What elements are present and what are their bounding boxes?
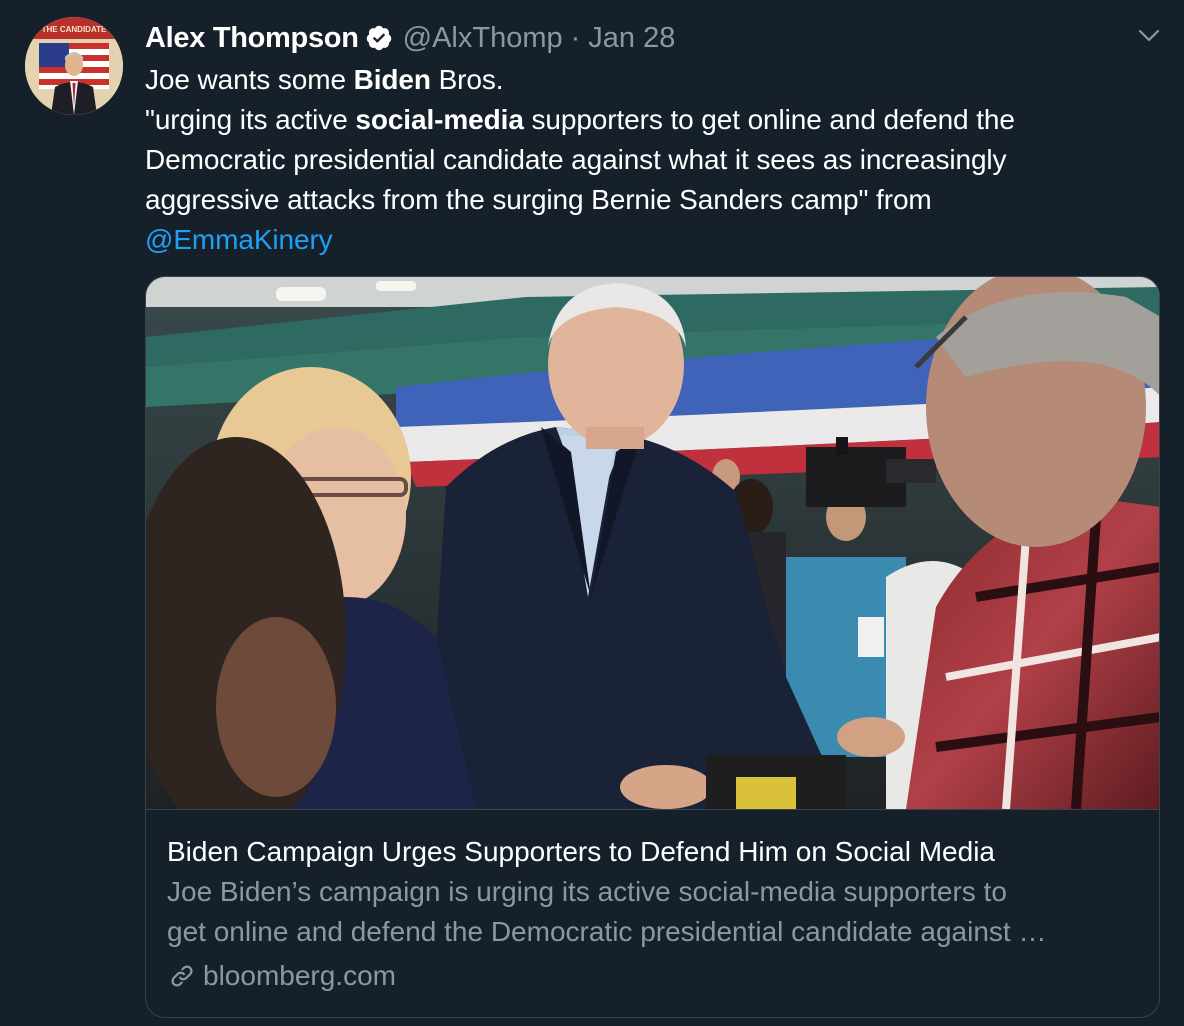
card-domain[interactable]: bloomberg.com xyxy=(167,956,396,996)
bold-text: Biden xyxy=(353,64,431,95)
tweet-header: Alex Thompson @AlxThomp · Jan 28 xyxy=(145,18,675,58)
card-description: Joe Biden’s campaign is urging its activ… xyxy=(167,872,1147,952)
separator-dot: · xyxy=(570,21,581,54)
tweet-text: Joe wants some Biden Bros. "urging its a… xyxy=(145,60,1155,260)
chevron-down-icon[interactable] xyxy=(1137,26,1161,46)
tweet-text-line: aggressive attacks from the surging Bern… xyxy=(145,184,932,215)
tweet-text-line: Joe wants some Biden Bros. xyxy=(145,60,1155,100)
card-description-line: get online and defend the Democratic pre… xyxy=(167,916,1047,947)
link-card[interactable]: Biden Campaign Urges Supporters to Defen… xyxy=(145,276,1160,1018)
tweet-text-line: "urging its active social-media supporte… xyxy=(145,100,1155,140)
avatar[interactable]: THE CANDIDATE xyxy=(25,17,123,115)
display-name[interactable]: Alex Thompson xyxy=(145,22,359,55)
tweet-date[interactable]: Jan 28 xyxy=(588,22,675,55)
card-domain-text[interactable]: bloomberg.com xyxy=(203,956,396,996)
mention-link[interactable]: @EmmaKinery xyxy=(145,224,333,255)
tweet[interactable]: THE CANDIDATE Alex Thompson @AlxThomp · xyxy=(0,0,1184,1026)
tweet-text-line: Democratic presidential candidate agains… xyxy=(145,144,1007,175)
bold-text: social-media xyxy=(355,104,524,135)
card-image[interactable] xyxy=(146,277,1159,809)
avatar-image: THE CANDIDATE xyxy=(25,17,123,115)
avatar-banner-text: THE CANDIDATE xyxy=(42,25,107,34)
text-segment: "urging its active xyxy=(145,104,356,135)
text-segment: supporters to get online and defend the xyxy=(523,104,1015,135)
card-description-line: Joe Biden’s campaign is urging its activ… xyxy=(167,876,1007,907)
link-icon xyxy=(171,965,193,987)
verified-badge-icon xyxy=(365,24,393,52)
card-title[interactable]: Biden Campaign Urges Supporters to Defen… xyxy=(167,832,995,872)
text-segment: Joe wants some xyxy=(145,64,354,95)
card-body[interactable]: Biden Campaign Urges Supporters to Defen… xyxy=(146,809,1159,1017)
text-segment: Bros. xyxy=(430,64,504,95)
handle[interactable]: @AlxThomp xyxy=(403,22,563,55)
tweet-text-line: @EmmaKinery xyxy=(145,220,1155,260)
